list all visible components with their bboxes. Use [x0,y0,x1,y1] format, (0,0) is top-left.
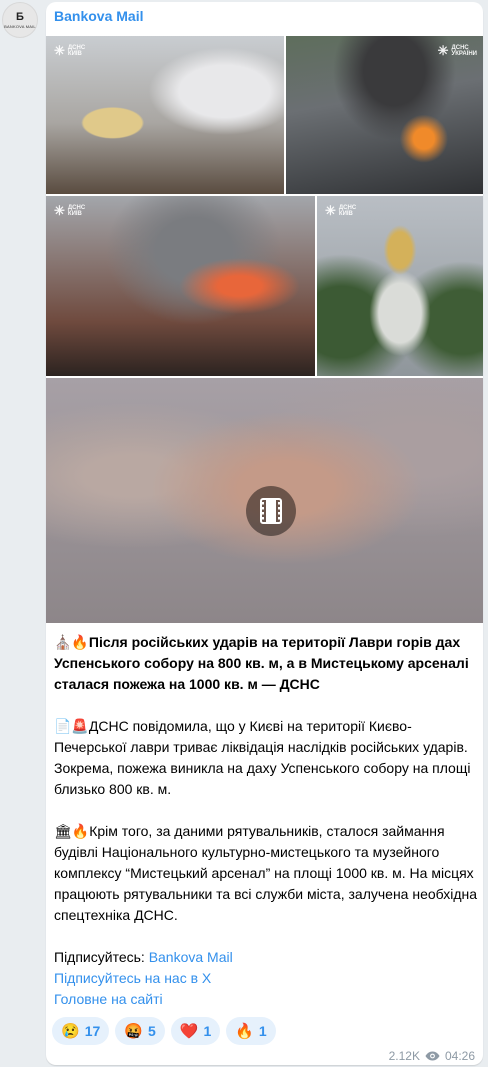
message-time: 04:26 [444,1049,475,1063]
heart-icon: ❤️ [179,1023,199,1040]
view-count: 2.12K [388,1049,420,1063]
avatar-caption: BANKOVA MAIL [4,23,36,29]
subscribe-link[interactable]: Bankova Mail [149,949,233,965]
dsns-emblem-icon: ✳ [325,203,336,218]
photo-ladder-truck[interactable]: ✳ ДСНС КИЇВ [46,196,315,376]
headline-text: Після російських ударів на території Лав… [54,634,469,692]
headline-emoji: ⛪🔥 [54,634,89,650]
subscribe-line: Підписуйтесь: Bankova Mail [54,947,479,968]
reaction-angry[interactable]: 🤬 5 [115,1017,165,1045]
film-icon [260,498,282,524]
reaction-count: 1 [258,1023,267,1039]
photo-burning-roof[interactable]: ✳ ДСНС УКРАЇНИ [286,36,483,194]
dsns-emblem-icon: ✳ [437,43,449,58]
paragraph-text: Крім того, за даними рятувальників, стал… [54,823,478,923]
x-link[interactable]: Підписуйтесь на нас в X [54,970,211,986]
channel-avatar[interactable]: Б BANKOVA MAIL [2,2,38,38]
eye-icon [425,1051,440,1061]
reaction-count: 5 [147,1023,156,1039]
paragraph-dsns: 📄🚨ДСНС повідомила, що у Києві на територ… [54,716,479,800]
paragraph-emoji: 📄🚨 [54,718,89,734]
paragraph-arsenal: 🏛🔥Крім того, за даними рятувальників, ст… [54,821,479,926]
crying-face-icon: 😢 [61,1023,80,1040]
paragraph-text: ДСНС повідомила, що у Києві на території… [54,718,471,797]
photo-cathedral-domes[interactable]: ✳ ДСНС КИЇВ [317,196,483,376]
video-thumbnail[interactable] [46,378,483,623]
reactions-bar: 😢 17 🤬 5 ❤️ 1 🔥 1 [52,1017,276,1045]
paragraph-emoji: 🏛🔥 [54,823,90,839]
dsns-watermark: ✳ ДСНС УКРАЇНИ [437,43,477,58]
dsns-emblem-icon: ✳ [54,203,65,218]
headline: ⛪🔥Після російських ударів на території Л… [54,632,479,695]
subscribe-prefix: Підписуйтесь: [54,949,149,965]
reaction-heart[interactable]: ❤️ 1 [170,1017,221,1045]
reaction-count: 17 [84,1023,101,1039]
reaction-fire[interactable]: 🔥 1 [226,1017,276,1045]
dsns-watermark: ✳ ДСНС КИЇВ [54,203,86,218]
dsns-watermark: ✳ ДСНС КИЇВ [54,43,86,58]
message-meta: 2.12K 04:26 [389,1049,475,1063]
site-link[interactable]: Головне на сайті [54,991,163,1007]
channel-name[interactable]: Bankova Mail [54,8,143,24]
message-bubble: Bankova Mail ✳ ДСНС КИЇВ ✳ ДСНС УКРАЇНИ ✳ … [46,2,483,1065]
message-text: ⛪🔥Після російських ударів на території Л… [54,632,479,1010]
avatar-glyph: Б [16,10,24,23]
dsns-emblem-icon: ✳ [54,43,65,58]
dsns-watermark: ✳ ДСНС КИЇВ [325,203,357,218]
video-play-button[interactable] [246,486,296,536]
photo-firefighter-lavra[interactable]: ✳ ДСНС КИЇВ [46,36,284,194]
reaction-crying[interactable]: 😢 17 [52,1017,110,1045]
angry-face-icon: 🤬 [124,1023,143,1040]
reaction-count: 1 [203,1023,212,1039]
fire-icon: 🔥 [235,1023,254,1040]
